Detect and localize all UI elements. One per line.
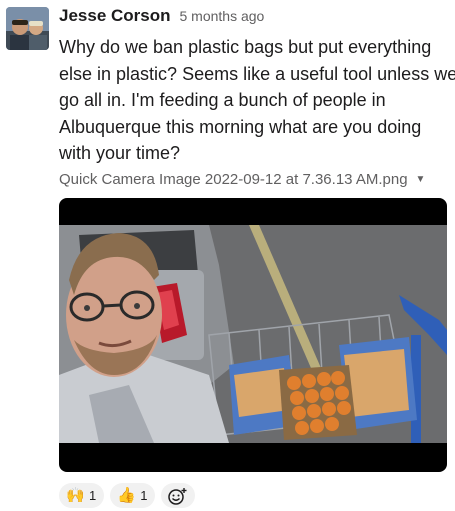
reactions-bar: 🙌 1 👍 1	[59, 483, 196, 508]
add-reaction-button[interactable]	[161, 483, 196, 508]
message-text-line: go all in. I'm feeding a bunch of people…	[59, 90, 386, 110]
reaction-count: 1	[140, 488, 148, 503]
photo-selfie-with-shopping-cart	[59, 225, 447, 443]
message-header: Jesse Corson 5 months ago	[59, 6, 264, 28]
reaction-count: 1	[89, 488, 97, 503]
author-name[interactable]: Jesse Corson	[59, 6, 171, 26]
chevron-down-icon[interactable]: ▼	[416, 174, 426, 185]
reaction-thumbs-up[interactable]: 👍 1	[110, 483, 156, 508]
message-text-line: else in plastic? Seems like a useful too…	[59, 63, 455, 84]
attachment-title[interactable]: Quick Camera Image 2022-09-12 at 7.36.13…	[59, 171, 425, 188]
avatar-photo	[6, 7, 49, 50]
message-timestamp[interactable]: 5 months ago	[180, 8, 265, 24]
message-text-line: Why do we ban plastic bags but put every…	[59, 37, 432, 57]
reaction-raised-hands[interactable]: 🙌 1	[59, 483, 105, 508]
raised-hands-icon: 🙌	[66, 487, 85, 504]
add-reaction-icon	[168, 487, 187, 505]
message-text: Why do we ban plastic bags but put every…	[59, 34, 455, 167]
attachment-image[interactable]	[59, 198, 447, 472]
message-text-line: with your time?	[59, 143, 181, 163]
message-text-line: Albuquerque this morning what are you do…	[59, 116, 422, 137]
avatar[interactable]	[6, 7, 49, 50]
attachment-file-name[interactable]: Quick Camera Image 2022-09-12 at 7.36.13…	[59, 171, 408, 188]
thumbs-up-icon: 👍	[117, 487, 136, 504]
message-item: Jesse Corson 5 months ago Why do we ban …	[0, 0, 455, 511]
